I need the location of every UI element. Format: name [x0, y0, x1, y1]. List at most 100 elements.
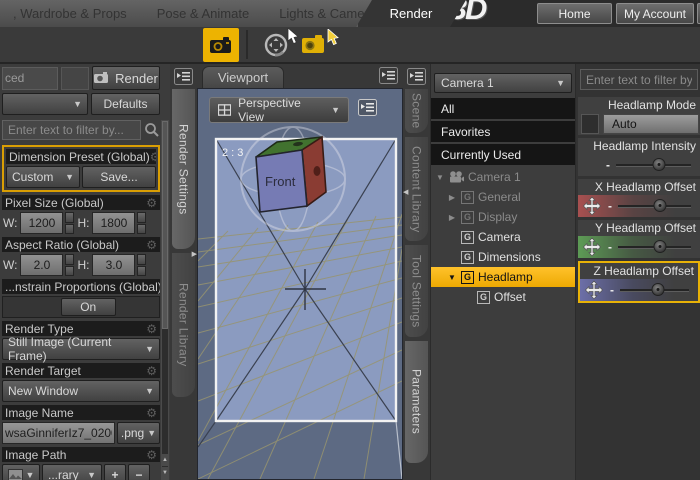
headlamp-mode-dropdown[interactable]: Auto — [603, 114, 699, 134]
width-stepper[interactable] — [65, 254, 75, 276]
advanced-tab-truncated[interactable]: ced — [2, 66, 58, 90]
aspect-height-field[interactable]: 3.0 — [92, 254, 136, 276]
tab-viewport[interactable]: Viewport — [202, 66, 284, 88]
slider-decrement[interactable]: - — [602, 158, 614, 172]
panel-menu-icon[interactable] — [407, 68, 426, 85]
gear-icon[interactable]: ⚙ — [146, 449, 157, 461]
camera-node-icon — [450, 171, 464, 183]
tab-parameters[interactable]: Parameters — [405, 341, 428, 463]
save-preset-button[interactable]: Save... — [82, 166, 156, 188]
camera-icon — [210, 37, 231, 53]
y-offset-slider[interactable] — [618, 239, 691, 253]
scrollbar-thumb[interactable] — [162, 121, 168, 329]
filter-currently-used[interactable]: Currently Used — [431, 144, 575, 165]
group-icon: G — [461, 270, 474, 284]
height-stepper[interactable] — [137, 212, 147, 234]
tree-node-camera1[interactable]: ▼ Camera 1 — [431, 167, 575, 187]
gear-icon[interactable]: ⚙ — [146, 365, 157, 377]
add-path-button[interactable]: + — [104, 464, 126, 480]
render-target-dropdown[interactable]: New Window ▼ — [2, 380, 160, 402]
dock-collapse-icon[interactable]: ◀ — [403, 188, 408, 196]
width-stepper[interactable] — [65, 212, 75, 234]
home-button[interactable]: Home — [537, 3, 612, 24]
scroll-up-button[interactable]: ▲ — [162, 454, 168, 466]
panel-menu-icon[interactable] — [358, 99, 377, 116]
section-label: Image Path — [5, 447, 67, 462]
group-icon: G — [461, 210, 474, 224]
render-type-dropdown[interactable]: Still Image (Current Frame) ▼ — [2, 335, 160, 363]
blank-tab[interactable] — [61, 66, 89, 90]
render-button[interactable]: Render — [92, 66, 160, 90]
defaults-button[interactable]: Defaults — [91, 93, 160, 115]
image-name-input[interactable] — [2, 422, 115, 444]
image-format-dropdown[interactable]: .png ▼ — [117, 422, 160, 444]
toggle-on-button[interactable]: On — [60, 298, 116, 316]
remove-path-button[interactable]: − — [128, 464, 150, 480]
collapse-icon[interactable]: ▼ — [447, 273, 457, 282]
expand-icon[interactable]: ▶ — [447, 193, 457, 202]
parameters-filter-input[interactable] — [580, 69, 698, 90]
dimension-preset-dropdown[interactable]: Custom ▼ — [6, 166, 80, 188]
constrain-toggle[interactable]: On — [2, 296, 160, 318]
tab-tool-settings[interactable]: Tool Settings — [405, 245, 428, 337]
settings-filter-input[interactable] — [2, 120, 141, 140]
intensity-slider[interactable] — [616, 157, 691, 171]
slider-decrement[interactable]: - — [604, 240, 616, 254]
slider-handle[interactable] — [653, 198, 667, 212]
pixel-height-field[interactable]: 1800 — [92, 212, 136, 234]
path-picker-button[interactable]: ▼ — [2, 464, 40, 480]
view-selector-dropdown[interactable]: Perspective View ▼ — [209, 96, 349, 124]
move-tool-icon[interactable] — [584, 280, 604, 300]
tree-node-headlamp-selected[interactable]: ▼ G Headlamp — [431, 267, 575, 287]
path-dropdown[interactable]: ...rary ▼ — [42, 464, 102, 480]
gear-icon[interactable]: ⚙ — [146, 323, 157, 335]
slider-handle[interactable] — [651, 282, 665, 296]
tab-content-library[interactable]: Content Library — [405, 137, 428, 241]
gear-icon[interactable]: ⚙ — [146, 407, 157, 419]
filter-all[interactable]: All — [431, 98, 575, 119]
tree-node-display[interactable]: ▶ G Display — [431, 207, 575, 227]
tree-node-general[interactable]: ▶ G General — [431, 187, 575, 207]
pixel-width-field[interactable]: 1200 — [20, 212, 64, 234]
gear-icon[interactable]: ⚙ — [150, 151, 156, 163]
move-tool-icon[interactable] — [582, 237, 602, 257]
tab-render-library[interactable]: Render Library — [172, 253, 195, 397]
panel-menu-icon[interactable] — [174, 68, 193, 85]
aspect-width-field[interactable]: 2.0 — [20, 254, 64, 276]
slider-decrement[interactable]: - — [606, 283, 618, 297]
slider-handle[interactable] — [653, 239, 667, 253]
tree-node-dimensions[interactable]: G Dimensions — [431, 247, 575, 267]
tab-pose-animate[interactable]: Pose & Animate — [144, 0, 263, 27]
z-offset-slider[interactable] — [620, 282, 689, 296]
tree-node-offset[interactable]: G Offset — [431, 287, 575, 307]
settings-scrollbar[interactable]: ▲ ▼ — [161, 120, 169, 480]
tab-scene[interactable]: Scene — [405, 89, 428, 133]
filter-favorites[interactable]: Favorites — [431, 121, 575, 142]
collapse-icon[interactable]: ▼ — [435, 173, 445, 182]
my-account-button[interactable]: My Account — [616, 3, 694, 24]
aspect-ratio-group: Aspect Ratio (Global) ⚙ W: 2.0 H: 3.0 — [2, 237, 160, 276]
slider-decrement[interactable]: - — [604, 199, 616, 213]
tab-render-settings[interactable]: Render Settings — [172, 89, 195, 249]
new-camera-button[interactable] — [301, 33, 329, 58]
activity-bar: , Wardrobe & Props Pose & Animate Lights… — [0, 0, 700, 27]
tab-render-active[interactable]: Render — [356, 0, 466, 27]
viewport-scene[interactable]: Front 2 : 3 — [198, 89, 402, 479]
x-offset-slider[interactable] — [618, 198, 691, 212]
mode-preview-box[interactable] — [581, 114, 599, 134]
scroll-down-button[interactable]: ▼ — [162, 467, 168, 479]
preset-dropdown[interactable]: ▼ — [2, 93, 88, 115]
gear-icon[interactable]: ⚙ — [146, 197, 157, 209]
camera-selector-dropdown[interactable]: Camera 1 ▼ — [434, 73, 572, 93]
move-tool-icon[interactable] — [582, 196, 602, 216]
slider-handle[interactable] — [652, 157, 666, 171]
width-label: W: — [3, 216, 18, 230]
expand-icon[interactable]: ▶ — [447, 213, 457, 222]
height-stepper[interactable] — [137, 254, 147, 276]
tab-wardrobe-props[interactable]: , Wardrobe & Props — [0, 0, 140, 27]
panel-menu-icon[interactable] — [379, 67, 398, 84]
tree-node-camera[interactable]: G Camera — [431, 227, 575, 247]
render-camera-button-active[interactable] — [203, 28, 239, 62]
viewport-3d-view[interactable]: Perspective View ▼ Front 2: 3 — [197, 88, 403, 480]
gear-icon[interactable]: ⚙ — [146, 239, 157, 251]
